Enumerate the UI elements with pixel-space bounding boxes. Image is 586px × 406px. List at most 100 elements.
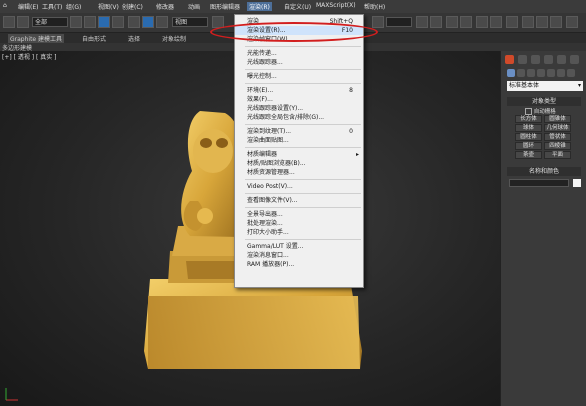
menu-item-render-message-window[interactable]: 渲染消息窗口... [235, 251, 363, 260]
menu-item-print-size-assistant[interactable]: 打印大小助手... [235, 228, 363, 237]
menu-separator [245, 46, 361, 47]
tab-graphite-modeling[interactable]: Graphite 建模工具 [8, 34, 65, 43]
menu-animation[interactable]: 动画 [188, 2, 200, 11]
menu-view[interactable]: 视图(V) [98, 2, 119, 11]
helpers-icon[interactable] [547, 69, 555, 77]
undo-icon[interactable] [3, 16, 15, 28]
graphite-toggle-icon[interactable] [460, 16, 472, 28]
menu-tools[interactable]: 工具(T) [42, 2, 62, 11]
menu-item-raytrace-global-include-exclude[interactable]: 光线跟踪全局包含/排除(G)... [235, 113, 363, 122]
menu-item-material-explorer[interactable]: 材质资源管理器... [235, 168, 363, 177]
menu-rendering[interactable]: 渲染(R) [247, 2, 272, 11]
redo-icon[interactable] [17, 16, 29, 28]
mirror-icon[interactable] [416, 16, 428, 28]
systems-icon[interactable] [567, 69, 575, 77]
teapot-button[interactable]: 茶壶 [515, 151, 542, 159]
hierarchy-tab-icon[interactable] [531, 55, 540, 64]
select-by-name-icon[interactable] [84, 16, 96, 28]
app-icon[interactable]: ⌂ [3, 2, 7, 9]
material-editor-icon[interactable] [506, 16, 518, 28]
object-type-header[interactable]: 对象类型 [507, 97, 581, 106]
rotate-icon[interactable] [142, 16, 154, 28]
menu-item-label: 光线跟踪全局包含/排除(G)... [247, 114, 325, 121]
torus-button[interactable]: 圆环 [515, 142, 542, 150]
scale-icon[interactable] [156, 16, 168, 28]
reference-coord-dropdown[interactable]: 视图 [172, 17, 208, 27]
selection-filter-dropdown[interactable]: 全部 [32, 17, 68, 27]
utilities-tab-icon[interactable] [570, 55, 579, 64]
geosphere-button[interactable]: 几何球体 [544, 124, 571, 132]
tab-object-paint[interactable]: 对象绘制 [162, 34, 186, 43]
tab-selection[interactable]: 选择 [128, 34, 140, 43]
menu-item-shortcut: 0 [349, 128, 353, 135]
move-icon[interactable] [128, 16, 140, 28]
display-tab-icon[interactable] [557, 55, 566, 64]
menu-item-exposure-control[interactable]: 曝光控制... [235, 72, 363, 81]
render-setup-icon[interactable] [522, 16, 534, 28]
object-name-input[interactable] [509, 179, 569, 187]
menu-item-radiosity[interactable]: 光能传递... [235, 49, 363, 58]
shapes-icon[interactable] [517, 69, 525, 77]
render-production-icon[interactable] [566, 16, 578, 28]
menu-modifiers[interactable]: 修改器 [156, 2, 174, 11]
menu-item-render-to-texture[interactable]: 渲染到纹理(T)... 0 [235, 127, 363, 136]
command-panel: 标准基本体 ▾ 对象类型 自动栅格 长方体 圆锥体 球体 几何球体 圆柱体 管状… [500, 51, 586, 406]
menu-item-gamma-lut-setup[interactable]: Gamma/LUT 设置... [235, 242, 363, 251]
menu-item-effects[interactable]: 效果(F)... [235, 95, 363, 104]
box-button[interactable]: 长方体 [515, 115, 542, 123]
name-color-header[interactable]: 名称和颜色 [507, 167, 581, 176]
layer-manager-icon[interactable] [446, 16, 458, 28]
sphere-button[interactable]: 球体 [515, 124, 542, 132]
curve-editor-icon[interactable] [476, 16, 488, 28]
lights-icon[interactable] [527, 69, 535, 77]
window-crossing-icon[interactable] [112, 16, 124, 28]
named-sets-icon[interactable] [372, 16, 384, 28]
cone-button[interactable]: 圆锥体 [544, 115, 571, 123]
menu-item-label: 光线跟踪器设置(Y)... [247, 105, 304, 112]
menu-edit[interactable]: 编辑(E) [18, 2, 38, 11]
select-object-icon[interactable] [70, 16, 82, 28]
tab-freeform[interactable]: 自由形式 [82, 34, 106, 43]
menu-item-raytracer-settings[interactable]: 光线跟踪器设置(Y)... [235, 104, 363, 113]
named-selection-dropdown[interactable] [386, 17, 412, 27]
cameras-icon[interactable] [537, 69, 545, 77]
modify-tab-icon[interactable] [518, 55, 527, 64]
motion-tab-icon[interactable] [544, 55, 553, 64]
menu-create[interactable]: 创建(C) [122, 2, 143, 11]
menu-item-light-tracer[interactable]: 光线跟踪器... [235, 58, 363, 67]
menu-help[interactable]: 帮助(H) [364, 2, 385, 11]
primitive-type-dropdown[interactable]: 标准基本体 ▾ [507, 81, 583, 91]
menu-item-label: 渲染曲面贴图... [247, 137, 289, 144]
menu-item-video-post[interactable]: Video Post(V)... [235, 182, 363, 191]
geometry-icon[interactable] [507, 69, 515, 77]
render-frame-icon[interactable] [536, 16, 548, 28]
menu-item-batch-render[interactable]: 批处理渲染... [235, 219, 363, 228]
menu-graph-editors[interactable]: 图形编辑器 [210, 2, 240, 11]
cylinder-button[interactable]: 圆柱体 [515, 133, 542, 141]
menu-item-material-map-browser[interactable]: 材质/贴图浏览器(B)... [235, 159, 363, 168]
space-warps-icon[interactable] [557, 69, 565, 77]
autogrid-checkbox[interactable]: 自动栅格 [525, 107, 556, 115]
menu-item-ram-player[interactable]: RAM 播放器(P)... [235, 260, 363, 269]
tube-button[interactable]: 管状体 [544, 133, 571, 141]
menu-item-label: 材质资源管理器... [247, 169, 295, 176]
render-teapot-icon[interactable] [550, 16, 562, 28]
axis-gizmo [5, 388, 18, 401]
menu-item-render-surface-map[interactable]: 渲染曲面贴图... [235, 136, 363, 145]
plane-button[interactable]: 平面 [544, 151, 571, 159]
menu-customize[interactable]: 自定义(U) [284, 2, 311, 11]
schematic-view-icon[interactable] [490, 16, 502, 28]
menu-item-panorama-exporter[interactable]: 全景导出器... [235, 210, 363, 219]
rect-select-icon[interactable] [98, 16, 110, 28]
create-tab-icon[interactable] [505, 55, 514, 64]
menu-item-label: 全景导出器... [247, 211, 283, 218]
menu-maxscript[interactable]: MAXScript(X) [316, 2, 356, 9]
menu-item-material-editor[interactable]: 材质编辑器 ▸ [235, 150, 363, 159]
pyramid-button[interactable]: 四棱锥 [544, 142, 571, 150]
menu-item-environment[interactable]: 环境(E)... 8 [235, 86, 363, 95]
menu-group[interactable]: 组(G) [66, 2, 81, 11]
align-icon[interactable] [430, 16, 442, 28]
menu-item-label: 渲染消息窗口... [247, 252, 289, 259]
object-color-swatch[interactable] [573, 179, 581, 187]
menu-item-view-image-file[interactable]: 查看图像文件(V)... [235, 196, 363, 205]
